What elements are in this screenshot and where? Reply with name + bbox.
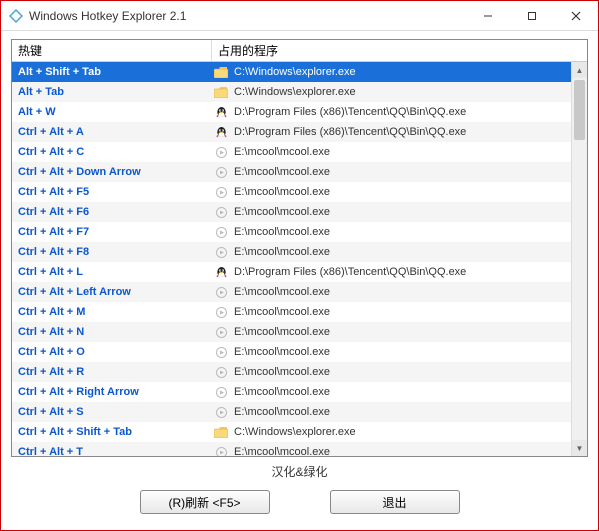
folder-icon bbox=[212, 67, 230, 78]
list-header: 热键 占用的程序 bbox=[12, 40, 587, 62]
hotkey-cell: Ctrl + Alt + Down Arrow bbox=[12, 166, 212, 178]
footer-text: 汉化&绿化 bbox=[11, 463, 588, 480]
column-header-program[interactable]: 占用的程序 bbox=[212, 40, 587, 61]
program-cell: E:\mcool\mcool.exe bbox=[230, 206, 587, 218]
hotkey-cell: Ctrl + Alt + C bbox=[12, 146, 212, 158]
play-icon bbox=[212, 247, 230, 258]
play-icon bbox=[212, 327, 230, 338]
program-cell: D:\Program Files (x86)\Tencent\QQ\Bin\QQ… bbox=[230, 106, 587, 118]
play-icon bbox=[212, 347, 230, 358]
play-icon bbox=[212, 307, 230, 318]
program-cell: D:\Program Files (x86)\Tencent\QQ\Bin\QQ… bbox=[230, 266, 587, 278]
hotkey-cell: Alt + Shift + Tab bbox=[12, 66, 212, 78]
play-icon bbox=[212, 407, 230, 418]
hotkey-cell: Ctrl + Alt + Left Arrow bbox=[12, 286, 212, 298]
hotkey-cell: Ctrl + Alt + O bbox=[12, 346, 212, 358]
program-cell: C:\Windows\explorer.exe bbox=[230, 86, 587, 98]
table-row[interactable]: Ctrl + Alt + Right Arrow E:\mcool\mcool.e… bbox=[12, 382, 587, 402]
play-icon bbox=[212, 447, 230, 457]
maximize-button[interactable] bbox=[510, 1, 554, 30]
program-cell: E:\mcool\mcool.exe bbox=[230, 346, 587, 358]
program-cell: E:\mcool\mcool.exe bbox=[230, 166, 587, 178]
program-cell: E:\mcool\mcool.exe bbox=[230, 386, 587, 398]
scroll-thumb[interactable] bbox=[574, 80, 585, 140]
hotkey-cell: Ctrl + Alt + F5 bbox=[12, 186, 212, 198]
table-row[interactable]: Alt + Shift + Tab C:\Windows\explorer.exe bbox=[12, 62, 587, 82]
hotkey-cell: Ctrl + Alt + Shift + Tab bbox=[12, 426, 212, 438]
qq-icon bbox=[212, 106, 230, 119]
program-cell: E:\mcool\mcool.exe bbox=[230, 146, 587, 158]
program-cell: E:\mcool\mcool.exe bbox=[230, 226, 587, 238]
hotkey-list[interactable]: 热键 占用的程序 Alt + Shift + Tab C:\Windows\exp… bbox=[11, 39, 588, 457]
hotkey-cell: Ctrl + Alt + A bbox=[12, 126, 212, 138]
program-cell: E:\mcool\mcool.exe bbox=[230, 446, 587, 456]
play-icon bbox=[212, 147, 230, 158]
hotkey-cell: Ctrl + Alt + F6 bbox=[12, 206, 212, 218]
table-row[interactable]: Ctrl + Alt + A D:\Program Files (x86)\Ten… bbox=[12, 122, 587, 142]
qq-icon bbox=[212, 126, 230, 139]
hotkey-cell: Ctrl + Alt + F8 bbox=[12, 246, 212, 258]
scroll-down-button[interactable]: ▼ bbox=[572, 440, 587, 456]
program-cell: E:\mcool\mcool.exe bbox=[230, 366, 587, 378]
program-cell: E:\mcool\mcool.exe bbox=[230, 246, 587, 258]
table-row[interactable]: Ctrl + Alt + F5 E:\mcool\mcool.exe bbox=[12, 182, 587, 202]
minimize-button[interactable] bbox=[466, 1, 510, 30]
folder-icon bbox=[212, 87, 230, 98]
program-cell: E:\mcool\mcool.exe bbox=[230, 326, 587, 338]
program-cell: E:\mcool\mcool.exe bbox=[230, 406, 587, 418]
play-icon bbox=[212, 167, 230, 178]
table-row[interactable]: Ctrl + Alt + R E:\mcool\mcool.exe bbox=[12, 362, 587, 382]
hotkey-cell: Ctrl + Alt + L bbox=[12, 266, 212, 278]
program-cell: C:\Windows\explorer.exe bbox=[230, 426, 587, 438]
table-row[interactable]: Alt + W D:\Program Files (x86)\Tencent\QQ… bbox=[12, 102, 587, 122]
table-row[interactable]: Ctrl + Alt + T E:\mcool\mcool.exe bbox=[12, 442, 587, 456]
play-icon bbox=[212, 367, 230, 378]
program-cell: C:\Windows\explorer.exe bbox=[230, 66, 587, 78]
hotkey-cell: Ctrl + Alt + T bbox=[12, 446, 212, 456]
qq-icon bbox=[212, 266, 230, 279]
table-row[interactable]: Ctrl + Alt + S E:\mcool\mcool.exe bbox=[12, 402, 587, 422]
hotkey-cell: Ctrl + Alt + R bbox=[12, 366, 212, 378]
program-cell: E:\mcool\mcool.exe bbox=[230, 286, 587, 298]
program-cell: E:\mcool\mcool.exe bbox=[230, 306, 587, 318]
hotkey-cell: Ctrl + Alt + F7 bbox=[12, 226, 212, 238]
play-icon bbox=[212, 207, 230, 218]
folder-icon bbox=[212, 427, 230, 438]
table-row[interactable]: Ctrl + Alt + O E:\mcool\mcool.exe bbox=[12, 342, 587, 362]
table-row[interactable]: Ctrl + Alt + F8 E:\mcool\mcool.exe bbox=[12, 242, 587, 262]
hotkey-cell: Alt + Tab bbox=[12, 86, 212, 98]
refresh-button[interactable]: (R)刷新 <F5> bbox=[140, 490, 270, 514]
hotkey-cell: Ctrl + Alt + M bbox=[12, 306, 212, 318]
close-button[interactable] bbox=[554, 1, 598, 30]
play-icon bbox=[212, 227, 230, 238]
table-row[interactable]: Ctrl + Alt + Left Arrow E:\mcool\mcool.ex… bbox=[12, 282, 587, 302]
hotkey-cell: Alt + W bbox=[12, 106, 212, 118]
app-icon bbox=[9, 9, 23, 23]
hotkey-cell: Ctrl + Alt + S bbox=[12, 406, 212, 418]
play-icon bbox=[212, 387, 230, 398]
table-row[interactable]: Ctrl + Alt + M E:\mcool\mcool.exe bbox=[12, 302, 587, 322]
titlebar: Windows Hotkey Explorer 2.1 bbox=[1, 1, 598, 31]
table-row[interactable]: Ctrl + Alt + F6 E:\mcool\mcool.exe bbox=[12, 202, 587, 222]
table-row[interactable]: Ctrl + Alt + L D:\Program Files (x86)\Ten… bbox=[12, 262, 587, 282]
table-row[interactable]: Ctrl + Alt + F7 E:\mcool\mcool.exe bbox=[12, 222, 587, 242]
hotkey-cell: Ctrl + Alt + Right Arrow bbox=[12, 386, 212, 398]
scroll-up-button[interactable]: ▲ bbox=[572, 62, 587, 78]
window-title: Windows Hotkey Explorer 2.1 bbox=[29, 9, 466, 23]
program-cell: E:\mcool\mcool.exe bbox=[230, 186, 587, 198]
table-row[interactable]: Ctrl + Alt + Shift + Tab C:\Windows\explo… bbox=[12, 422, 587, 442]
program-cell: D:\Program Files (x86)\Tencent\QQ\Bin\QQ… bbox=[230, 126, 587, 138]
exit-button[interactable]: 退出 bbox=[330, 490, 460, 514]
hotkey-cell: Ctrl + Alt + N bbox=[12, 326, 212, 338]
table-row[interactable]: Ctrl + Alt + C E:\mcool\mcool.exe bbox=[12, 142, 587, 162]
column-header-hotkey[interactable]: 热键 bbox=[12, 40, 212, 61]
play-icon bbox=[212, 287, 230, 298]
play-icon bbox=[212, 187, 230, 198]
scroll-track[interactable] bbox=[572, 78, 587, 440]
table-row[interactable]: Ctrl + Alt + N E:\mcool\mcool.exe bbox=[12, 322, 587, 342]
table-row[interactable]: Ctrl + Alt + Down Arrow E:\mcool\mcool.ex… bbox=[12, 162, 587, 182]
scrollbar[interactable]: ▲ ▼ bbox=[571, 62, 587, 456]
table-row[interactable]: Alt + Tab C:\Windows\explorer.exe bbox=[12, 82, 587, 102]
